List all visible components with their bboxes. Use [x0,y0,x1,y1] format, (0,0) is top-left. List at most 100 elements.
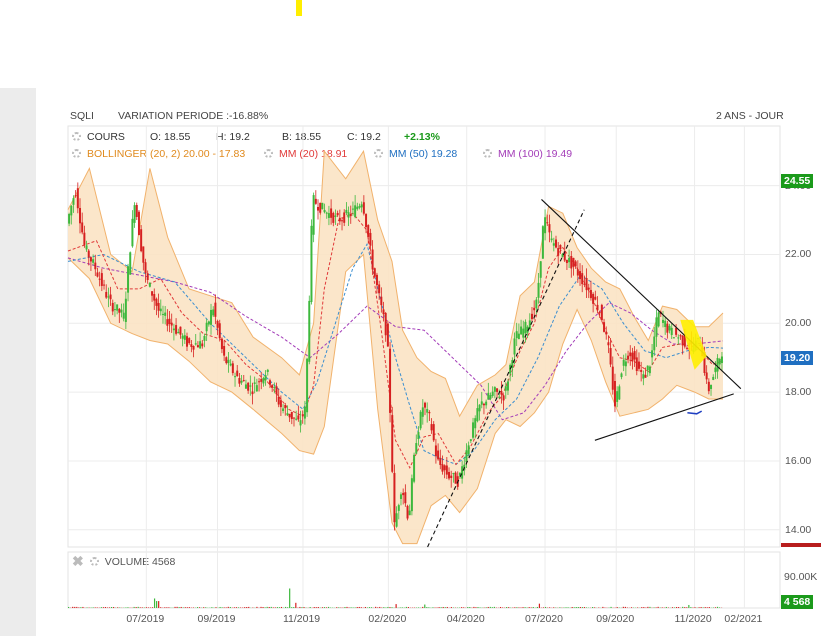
volume-bar [499,606,502,608]
candle-body [472,422,475,438]
candle-body [402,492,405,496]
candle-body [607,342,610,346]
volume-bar [76,606,78,608]
candle-body [391,415,394,472]
candle-body [323,209,326,213]
volume-bar [274,607,276,608]
candle-body [367,225,370,237]
candle-body [450,475,453,478]
candle-body [537,282,540,298]
volume-bar [418,607,420,608]
candle-body [552,243,555,246]
candle-body [343,212,346,223]
candle-body [341,220,344,222]
volume-bar [379,606,381,608]
candle-body [336,212,339,216]
candle-body [491,391,494,396]
candle-body [260,379,263,382]
candle-body [349,213,352,217]
candle-body [356,206,359,210]
volume-bar [675,606,678,608]
candle-body [557,248,560,256]
candle-body [229,363,232,366]
candle-body [292,417,295,419]
candle [317,199,320,220]
candle-body [389,348,392,413]
candle-body [480,401,483,405]
candle [389,341,392,423]
candle-body [253,382,256,384]
candle-body [714,367,717,373]
volume-bar [461,607,463,608]
candle-body [109,294,112,300]
volume-bar [405,606,407,608]
candle-body [242,380,245,382]
candle-body [642,374,645,379]
candle-body [273,387,276,389]
volume-bar [649,606,651,608]
candle-body [406,505,409,519]
candle-body [679,335,682,337]
candle [308,295,311,365]
x-tick-label: 02/2021 [724,613,763,625]
volume-bar [704,607,706,608]
candle [373,267,376,278]
candle-body [627,355,630,360]
candle-body [133,205,136,223]
candle-body [262,377,265,384]
candle-body [299,420,302,426]
candle-body [393,472,396,523]
candle-body [653,336,656,351]
volume-bar [303,607,305,608]
price-chart[interactable] [0,0,825,636]
candle-body [303,406,306,419]
candle-body [362,202,365,214]
volume-bar [479,607,481,608]
volume-bar [616,607,618,608]
candle-body [426,408,429,413]
candle-body [568,257,571,263]
volume-bar [682,606,684,608]
candle-body [205,322,208,332]
candle-body [351,208,354,210]
volume-bar [647,606,649,608]
volume-bar [385,607,387,608]
candle-body [199,341,202,349]
candle-body [231,363,234,374]
candle-body [81,222,84,233]
volume-bar [536,606,538,608]
candle-body [212,309,215,316]
candle-body [609,348,612,365]
candle-body [419,411,422,429]
volume-bar [133,606,135,608]
candle-body [124,298,127,322]
candle-body [482,403,485,406]
candle-body [620,373,623,378]
volume-bars [68,588,723,608]
candle-body [441,464,444,472]
candle [406,504,409,521]
volume-bar [182,607,184,608]
candle-body [517,333,520,340]
volume-bar [205,607,207,608]
candle-body [301,414,304,416]
volume-bar [233,607,236,608]
volume-bar [168,607,170,608]
volume-bar [313,607,315,608]
candle-body [661,319,664,323]
candle-body [264,375,267,381]
volume-bar [485,607,487,608]
volume-bar [192,607,195,608]
candle-body [648,366,651,374]
candle-body [74,195,77,197]
candle [432,421,435,442]
candle-body [214,302,217,317]
candle-body [533,307,536,311]
candle-body [502,395,505,401]
volume-bar [583,607,586,608]
volume-bar [336,607,338,608]
volume-bar [110,607,113,608]
candle-body [275,386,278,395]
volume-bar [295,602,297,608]
volume-bar [440,607,442,608]
